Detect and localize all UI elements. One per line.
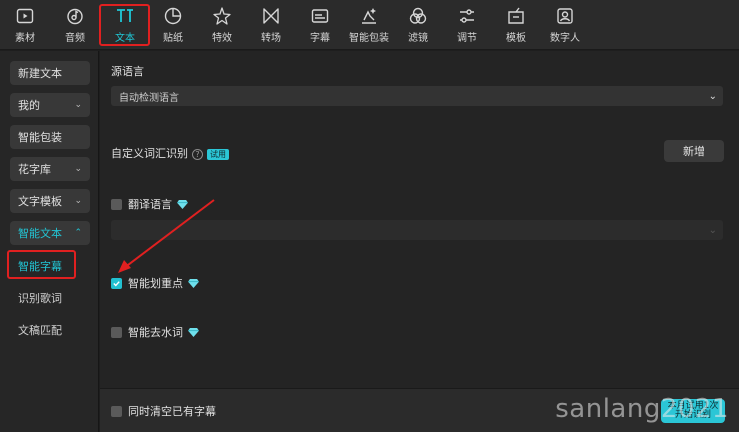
chevron-down-icon: ⌄	[708, 224, 717, 236]
check-icon	[113, 280, 120, 287]
tab-adjust[interactable]: 调节	[443, 4, 491, 46]
tab-label: 数字人	[550, 33, 580, 44]
tab-label: 特效	[212, 33, 232, 44]
clear-existing-option[interactable]: 同时清空已有字幕	[111, 403, 216, 419]
left-sidebar: 新建文本 我的 ⌄ 智能包装 花字库 ⌄ 文字模板 ⌄ 智能文本 ⌃ 智能字幕 …	[0, 51, 99, 432]
highlight-box	[7, 250, 76, 279]
highlight-option[interactable]: 智能划重点	[111, 275, 199, 291]
help-icon[interactable]: ?	[192, 148, 203, 160]
sidebar-item-mine[interactable]: 我的 ⌄	[10, 93, 90, 117]
main-panel: 源语言 自动检测语言 ⌄ 自定义词汇识别? 试用 新增 翻译语言 ⌄ 智能划重点 …	[100, 51, 739, 432]
source-language-select[interactable]: 自动检测语言 ⌄	[111, 86, 723, 106]
start-recognition-text: 开始识别	[674, 410, 711, 420]
chevron-up-icon: ⌃	[74, 228, 82, 238]
transition-icon	[263, 8, 279, 24]
tab-digital-human[interactable]: 数字人	[541, 4, 589, 46]
source-language-label: 源语言	[111, 65, 144, 78]
sidebar-item-text-templates[interactable]: 文字模板 ⌄	[10, 189, 90, 213]
sidebar-item-label: 新建文本	[18, 67, 62, 80]
tab-filter[interactable]: 滤镜	[394, 4, 442, 46]
sidebar-item-label: 智能文本	[18, 227, 62, 240]
sticker-icon	[164, 7, 182, 25]
tab-label: 素材	[15, 33, 35, 44]
smart-pack-icon	[362, 8, 376, 24]
tab-label: 模板	[506, 33, 526, 44]
translate-language-select[interactable]: ⌄	[111, 220, 723, 240]
tab-label: 转场	[261, 33, 281, 44]
custom-vocab-text: 自定义词汇识别	[111, 147, 188, 160]
digital-human-icon	[557, 8, 573, 24]
sidebar-subitem-lyrics[interactable]: 识别歌词	[18, 290, 62, 306]
diamond-icon	[188, 278, 199, 288]
add-vocab-button[interactable]: 新增	[664, 140, 724, 162]
remove-filler-checkbox[interactable]	[111, 326, 122, 338]
translate-label: 翻译语言	[128, 198, 172, 211]
tab-template[interactable]: 模板	[492, 4, 540, 46]
remove-filler-option[interactable]: 智能去水词	[111, 324, 199, 340]
media-icon	[16, 8, 34, 24]
tab-label: 贴纸	[163, 33, 183, 44]
tab-label: 字幕	[310, 33, 330, 44]
template-icon	[508, 7, 524, 24]
trial-badge: 试用	[207, 148, 229, 160]
tab-media[interactable]: 素材	[1, 4, 49, 46]
sidebar-item-label: 我的	[18, 99, 40, 112]
bottom-action-bar: 同时清空已有字幕 本月试用1次 开始识别	[100, 388, 739, 432]
sidebar-item-new-text[interactable]: 新建文本	[10, 61, 90, 85]
select-value: 自动检测语言	[119, 92, 179, 104]
tab-sticker[interactable]: 贴纸	[149, 4, 197, 46]
sidebar-item-fancy-fonts[interactable]: 花字库 ⌄	[10, 157, 90, 181]
tab-effects[interactable]: 特效	[198, 4, 246, 46]
clear-existing-checkbox[interactable]	[111, 405, 122, 417]
sidebar-item-smart-text[interactable]: 智能文本 ⌃	[10, 221, 90, 245]
start-recognition-button[interactable]: 本月试用1次 开始识别	[661, 399, 725, 423]
highlight-box	[99, 4, 150, 46]
chevron-down-icon: ⌄	[74, 100, 82, 110]
clear-existing-label: 同时清空已有字幕	[128, 405, 216, 418]
tab-audio[interactable]: 音频	[51, 4, 99, 46]
highlight-checkbox[interactable]	[111, 277, 122, 289]
sidebar-item-label: 智能包装	[18, 131, 62, 144]
chevron-down-icon: ⌄	[74, 196, 82, 206]
diamond-icon	[188, 327, 199, 337]
diamond-icon	[177, 199, 188, 209]
tab-transition[interactable]: 转场	[247, 4, 295, 46]
translate-option[interactable]: 翻译语言	[111, 196, 188, 212]
tab-subtitle[interactable]: 字幕	[296, 4, 344, 46]
tab-label: 滤镜	[408, 33, 428, 44]
adjust-icon	[460, 9, 474, 23]
tab-label: 调节	[457, 33, 477, 44]
highlight-label: 智能划重点	[128, 277, 183, 290]
audio-icon	[67, 8, 83, 25]
sidebar-item-label: 花字库	[18, 163, 51, 176]
tab-smart-pack[interactable]: 智能包装	[345, 4, 393, 46]
chevron-down-icon: ⌄	[708, 90, 717, 102]
chevron-down-icon: ⌄	[74, 164, 82, 174]
subtitle-icon	[311, 9, 329, 23]
sidebar-item-label: 文字模板	[18, 195, 62, 208]
filter-icon	[409, 7, 427, 24]
tab-label: 智能包装	[349, 33, 389, 44]
custom-vocab-label: 自定义词汇识别? 试用	[111, 145, 229, 161]
effects-icon	[213, 7, 231, 25]
translate-checkbox[interactable]	[111, 198, 122, 210]
sidebar-subitem-script-match[interactable]: 文稿匹配	[18, 322, 62, 338]
remove-filler-label: 智能去水词	[128, 326, 183, 339]
sidebar-item-smart-pack[interactable]: 智能包装	[10, 125, 90, 149]
tab-label: 音频	[65, 33, 85, 44]
